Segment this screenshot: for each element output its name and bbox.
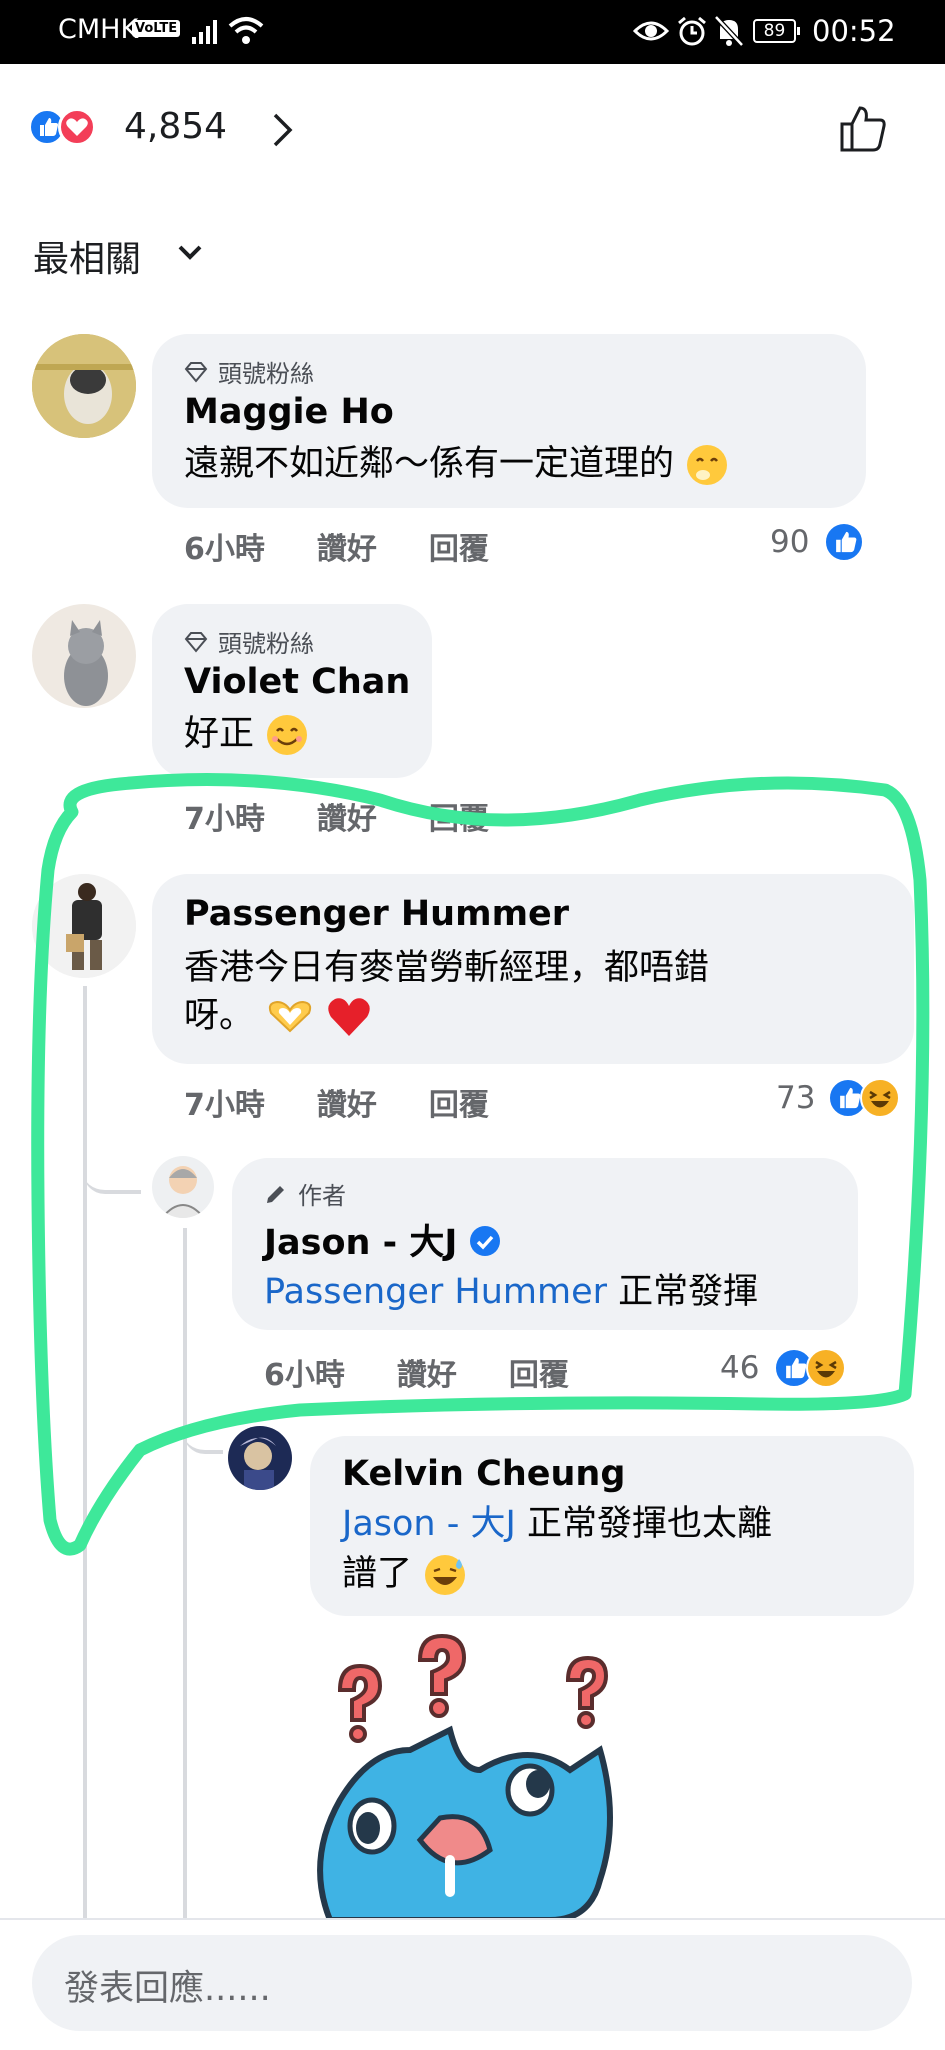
commenter-name[interactable]: Jason - 大J [264,1214,500,1265]
haha-reaction-icon [860,1078,900,1118]
top-fan-badge: 頭號粉絲 [184,624,314,659]
reaction-count: 73 [776,1080,816,1116]
like-reaction-icon [824,522,864,562]
reaction-count: 90 [770,524,810,560]
volte-badge: VoLTE [132,20,181,37]
reply-bubble: 作者 Jason - 大J Passenger Hummer 正常發揮 [232,1158,858,1330]
battery-indicator: 89 [753,19,800,43]
badge-label: 作者 [298,1182,346,1210]
comment-actions: 7小時 讚好 回覆 [184,1080,541,1124]
reaction-count: 4,854 [124,106,228,147]
comment-reactions[interactable]: 90 [770,520,870,564]
commenter-name[interactable]: Violet Chan [184,662,410,702]
mention-link[interactable]: Jason - 大J [342,1504,516,1544]
comment-text-line: 香港今日有麥當勞斬經理，都唔錯 [184,948,710,988]
haha-reaction-icon [806,1348,846,1388]
avatar[interactable] [32,604,136,708]
comment-time: 6小時 [264,1358,345,1393]
top-fan-badge: 頭號粉絲 [184,354,314,389]
heart-hands-emoji-icon [269,1000,312,1033]
reply-bubble: Kelvin Cheung Jason - 大J 正常發揮也太離 譜了 [310,1436,914,1616]
comment-actions: 6小時 讚好 回覆 [184,524,541,568]
eye-icon [633,21,669,41]
like-link[interactable]: 讚好 [317,802,377,837]
commenter-name[interactable]: Maggie Ho [184,392,394,432]
love-reaction-icon [58,108,96,146]
avatar[interactable] [32,334,136,438]
reply-link[interactable]: 回覆 [509,1358,569,1393]
reaction-count: 46 [720,1350,760,1386]
sweat-smile-emoji-icon [425,1555,466,1595]
red-heart-emoji-icon [328,998,371,1036]
comment-bubble: 頭號粉絲 Violet Chan 好正 [152,604,432,778]
avatar[interactable] [228,1426,292,1490]
like-post-icon[interactable] [836,100,892,156]
reply-reactions[interactable]: 46 [720,1346,860,1390]
comment-text: 遠親不如近鄰～係有一定道理的 [184,440,729,488]
wifi-icon [228,17,264,44]
like-link[interactable]: 讚好 [397,1358,457,1393]
reply-thread-elbow [183,1400,223,1454]
pencil-icon [267,1185,284,1203]
badge-label: 頭號粉絲 [218,630,314,658]
comment-reactions[interactable]: 73 [776,1076,916,1120]
comment-actions: 7小時 讚好 回覆 [184,794,541,838]
reply-link[interactable]: 回覆 [429,802,489,837]
comment-time: 7小時 [184,1088,265,1123]
mute-bell-icon [714,15,744,47]
reply-thread-line [183,1228,187,1918]
reply-link[interactable]: 回覆 [429,532,489,567]
comment-time: 6小時 [184,532,265,567]
signal-icon [192,20,217,44]
bugcat-sticker [317,1633,613,1920]
like-link[interactable]: 讚好 [317,532,377,567]
comment-text-line: 呀。 [184,992,372,1040]
mention-link[interactable]: Passenger Hummer [264,1272,607,1312]
comment-bubble: Passenger Hummer 香港今日有麥當勞斬經理，都唔錯 呀。 [152,874,914,1064]
reply-text-line: Jason - 大J 正常發揮也太離 [342,1504,772,1544]
reply-text-line: 譜了 [342,1550,467,1598]
alarm-icon [678,16,706,46]
shy-emoji-icon [687,445,728,485]
smile-emoji-icon [267,715,308,755]
reply-link[interactable]: 回覆 [429,1088,489,1123]
chevron-down-icon [178,245,202,260]
verified-icon [469,1226,500,1256]
avatar[interactable] [32,874,136,978]
reply-text: Passenger Hummer 正常發揮 [264,1272,759,1312]
thread-line [83,986,87,1918]
thread-elbow [83,1130,141,1194]
reply-actions: 6小時 讚好 回覆 [264,1350,621,1394]
carrier-label: CMHK [58,14,139,45]
author-badge: 作者 [264,1176,346,1211]
sort-dropdown[interactable]: 最相關 [33,230,223,280]
sort-label: 最相關 [33,239,142,280]
diamond-icon [184,361,208,383]
like-link[interactable]: 讚好 [317,1088,377,1123]
commenter-name[interactable]: Kelvin Cheung [342,1454,625,1494]
clock: 00:52 [812,14,896,48]
chevron-right-icon [273,113,293,147]
badge-label: 頭號粉絲 [218,360,314,388]
reactions-summary[interactable]: 4,854 [28,106,293,152]
comment-text: 好正 [184,710,309,758]
comment-time: 7小時 [184,802,265,837]
status-bar: CMHK VoLTE 89 00:52 [0,0,945,64]
avatar[interactable] [152,1156,214,1218]
comment-bubble: 頭號粉絲 Maggie Ho 遠親不如近鄰～係有一定道理的 [152,334,866,508]
commenter-name[interactable]: Passenger Hummer [184,894,569,934]
comment-input-placeholder: 發表回應...... [64,1969,271,2009]
diamond-icon [184,631,208,653]
